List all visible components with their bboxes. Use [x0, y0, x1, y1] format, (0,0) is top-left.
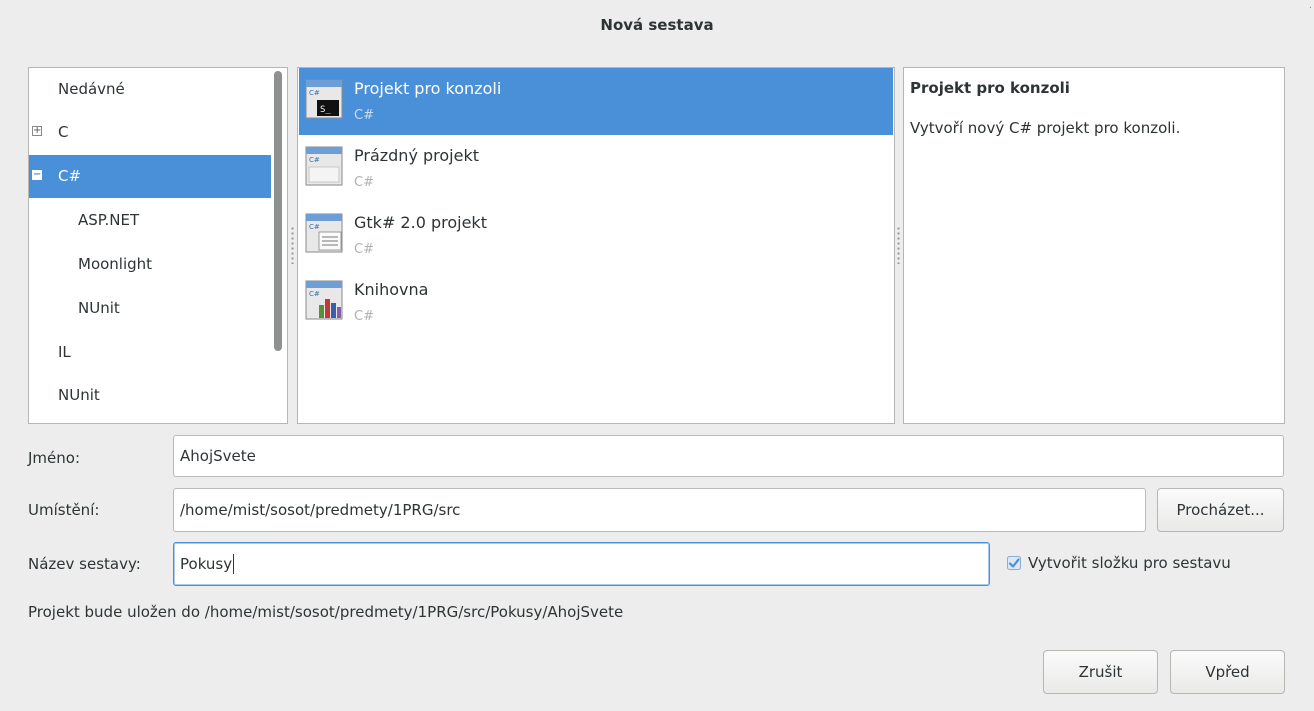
svg-text:C#: C#	[309, 89, 320, 97]
forward-button[interactable]: Vpřed	[1170, 650, 1285, 694]
category-item-aspnet[interactable]: ASP.NET	[29, 199, 271, 242]
collapse-minus-icon[interactable]: −	[32, 170, 42, 180]
gtk-project-icon: C#	[305, 213, 343, 253]
create-directory-checkbox[interactable]	[1007, 556, 1021, 570]
category-scrollbar[interactable]	[274, 71, 282, 351]
category-item-recent[interactable]: Nedávné	[29, 68, 271, 111]
category-item-c[interactable]: + C	[29, 111, 271, 154]
cancel-button[interactable]: Zrušit	[1043, 650, 1158, 694]
category-tree[interactable]: Nedávné + C − C# ASP.NET Moonlight NUnit…	[28, 67, 288, 424]
category-item-il[interactable]: IL	[29, 331, 271, 374]
svg-text:S_: S_	[320, 105, 331, 115]
location-label: Umístění:	[28, 501, 100, 519]
solution-name-input[interactable]: Pokusy	[173, 542, 990, 586]
description-title: Projekt pro konzoli	[910, 79, 1070, 97]
save-path-info: Projekt bude uložen do /home/mist/sosot/…	[28, 603, 624, 621]
svg-text:C#: C#	[309, 290, 320, 298]
pane-resize-grip[interactable]	[897, 226, 900, 264]
template-item-gtk[interactable]: C# Gtk# 2.0 projekt C#	[299, 202, 893, 269]
dialog-title: Nová sestava	[600, 16, 714, 34]
location-input[interactable]: /home/mist/sosot/predmety/1PRG/src	[173, 488, 1146, 532]
category-item-csharp[interactable]: − C#	[29, 155, 271, 198]
expand-plus-icon[interactable]: +	[32, 126, 42, 136]
text-caret	[233, 554, 235, 574]
svg-text:C#: C#	[309, 223, 320, 231]
category-item-nunit-sub[interactable]: NUnit	[29, 287, 271, 330]
console-project-icon: C# S_	[305, 79, 343, 119]
pane-resize-grip[interactable]	[291, 226, 294, 264]
description-text: Vytvoří nový C# projekt pro konzoli.	[910, 119, 1181, 137]
create-directory-label[interactable]: Vytvořit složku pro sestavu	[1028, 554, 1231, 572]
svg-text:C#: C#	[309, 156, 320, 164]
template-list[interactable]: C# S_ Projekt pro konzoli C# C# Prázdný …	[297, 67, 895, 424]
browse-button[interactable]: Procházet...	[1157, 488, 1284, 532]
name-label: Jméno:	[28, 449, 81, 467]
name-input[interactable]: AhojSvete	[173, 435, 1284, 477]
category-item-moonlight[interactable]: Moonlight	[29, 243, 271, 286]
template-item-empty[interactable]: C# Prázdný projekt C#	[299, 135, 893, 202]
library-project-icon: C#	[305, 280, 343, 320]
empty-project-icon: C#	[305, 146, 343, 186]
template-description: Projekt pro konzoli Vytvoří nový C# proj…	[903, 67, 1285, 424]
category-item-nunit[interactable]: NUnit	[29, 374, 271, 417]
solution-name-label: Název sestavy:	[28, 555, 141, 573]
template-item-console[interactable]: C# S_ Projekt pro konzoli C#	[299, 68, 893, 135]
template-item-library[interactable]: C# Knihovna C#	[299, 269, 893, 336]
